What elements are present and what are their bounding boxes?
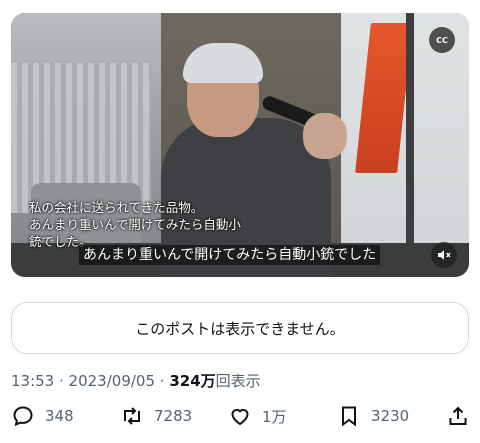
post-time[interactable]: 13:53 xyxy=(11,372,54,390)
caption-line: あんまり重いんで開けてみたら自動小 xyxy=(29,217,241,232)
repost-button[interactable]: 7283 xyxy=(120,404,192,428)
video-caption-top: 私の会社に送られてきた品物。 あんまり重いんで開けてみたら自動小 銃でした。 xyxy=(29,199,269,250)
video-caption-bottom: あんまり重いんで開けてみたら自動小銃でした xyxy=(79,245,381,265)
action-bar: 348 7283 1万 3230 xyxy=(0,404,480,434)
speaker-muted-icon xyxy=(438,250,451,260)
reply-count: 348 xyxy=(45,407,74,425)
share-button[interactable] xyxy=(446,404,470,428)
bookmark-count: 3230 xyxy=(371,407,410,425)
cc-icon: CC xyxy=(436,35,448,45)
repost-icon xyxy=(124,407,140,425)
bookmark-icon xyxy=(342,406,356,427)
heart-icon xyxy=(231,408,249,426)
captions-button[interactable]: CC xyxy=(429,27,455,53)
post-date[interactable]: 2023/09/05 xyxy=(69,372,155,390)
caption-line: 私の会社に送られてきた品物。 xyxy=(29,200,204,215)
share-icon xyxy=(449,406,467,425)
bookmark-button[interactable]: 3230 xyxy=(337,404,409,428)
video-player[interactable]: CC 私の会社に送られてきた品物。 あんまり重いんで開けてみたら自動小 銃でした… xyxy=(11,13,469,277)
repost-count: 7283 xyxy=(154,407,193,425)
separator: · xyxy=(54,372,69,390)
notice-text: このポストは表示できません。 xyxy=(135,319,345,338)
unavailable-post-notice: このポストは表示できません。 xyxy=(11,302,469,354)
reply-button[interactable]: 348 xyxy=(11,404,74,428)
like-count: 1万 xyxy=(262,407,287,426)
views-label: 回表示 xyxy=(215,372,261,390)
reply-icon xyxy=(13,406,33,427)
views-count: 324万 xyxy=(169,372,216,390)
separator: · xyxy=(155,372,170,390)
like-button[interactable]: 1万 xyxy=(228,404,287,428)
post-meta: 13:53 · 2023/09/05 · 324万回表示 xyxy=(11,370,261,391)
mute-button[interactable] xyxy=(431,242,457,268)
